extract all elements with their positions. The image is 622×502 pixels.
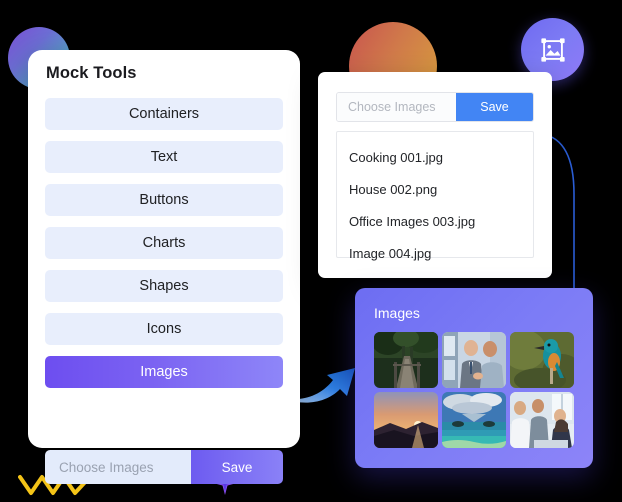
list-item[interactable]: House 002.png	[337, 173, 533, 205]
mock-tools-panel: Mock Tools Containers Text Buttons Chart…	[28, 50, 300, 484]
file-name: Image 004.jpg	[349, 245, 432, 261]
tool-item-containers[interactable]: Containers	[45, 98, 283, 130]
gallery-thumbnail-sunset-hills[interactable]	[374, 392, 438, 448]
file-name: House 002.png	[349, 181, 438, 197]
tool-item-label: Containers	[128, 106, 200, 122]
tool-item-label: Shapes	[139, 278, 189, 294]
list-item[interactable]: Office Images 003.jpg	[337, 205, 533, 237]
list-item[interactable]: Image 004.jpg	[337, 237, 533, 269]
choose-images-input[interactable]: Choose Images	[45, 450, 191, 484]
image-frame-icon	[538, 35, 568, 65]
save-button[interactable]: Save	[456, 93, 533, 121]
gallery-thumbnail-businessmen-handshake[interactable]	[442, 332, 506, 388]
tool-item-label: Images	[140, 364, 188, 380]
gallery-thumbnail-kingfisher-bird[interactable]	[510, 332, 574, 388]
gallery-thumbnail-forest-boardwalk[interactable]	[374, 332, 438, 388]
choose-images-input[interactable]: Choose Images	[337, 93, 456, 121]
file-name: Office Images 003.jpg	[349, 213, 476, 229]
file-upload-row: Choose Images Save	[336, 92, 534, 122]
tool-item-images[interactable]: Images	[45, 356, 283, 388]
gallery-thumbnail-seascape-islands[interactable]	[442, 392, 506, 448]
tool-item-buttons[interactable]: Buttons	[45, 184, 283, 216]
curved-line-icon	[540, 128, 620, 308]
tool-item-icons[interactable]: Icons	[45, 313, 283, 345]
gallery-grid	[374, 332, 574, 448]
gallery-thumbnail-office-meeting[interactable]	[510, 392, 574, 448]
tool-item-text[interactable]: Text	[45, 141, 283, 173]
tool-item-label: Charts	[142, 235, 186, 251]
gallery-title: Images	[374, 305, 420, 321]
tool-item-label: Text	[150, 149, 178, 165]
list-item[interactable]: Cooking 001.jpg	[337, 141, 533, 173]
page-title: Mock Tools	[46, 64, 137, 82]
tools-upload-row: Choose Images Save	[45, 450, 283, 484]
tool-item-charts[interactable]: Charts	[45, 227, 283, 259]
save-button[interactable]: Save	[191, 450, 283, 484]
file-list-panel: Choose Images Save Cooking 001.jpg House…	[318, 72, 552, 278]
images-gallery-panel: Images	[355, 288, 593, 468]
tool-item-label: Buttons	[139, 192, 189, 208]
tool-list: Containers Text Buttons Charts Shapes Ic…	[45, 98, 283, 399]
tool-item-shapes[interactable]: Shapes	[45, 270, 283, 302]
file-name: Cooking 001.jpg	[349, 149, 443, 165]
file-list: Cooking 001.jpg House 002.png Office Ima…	[336, 131, 534, 261]
tool-item-label: Icons	[146, 321, 182, 337]
